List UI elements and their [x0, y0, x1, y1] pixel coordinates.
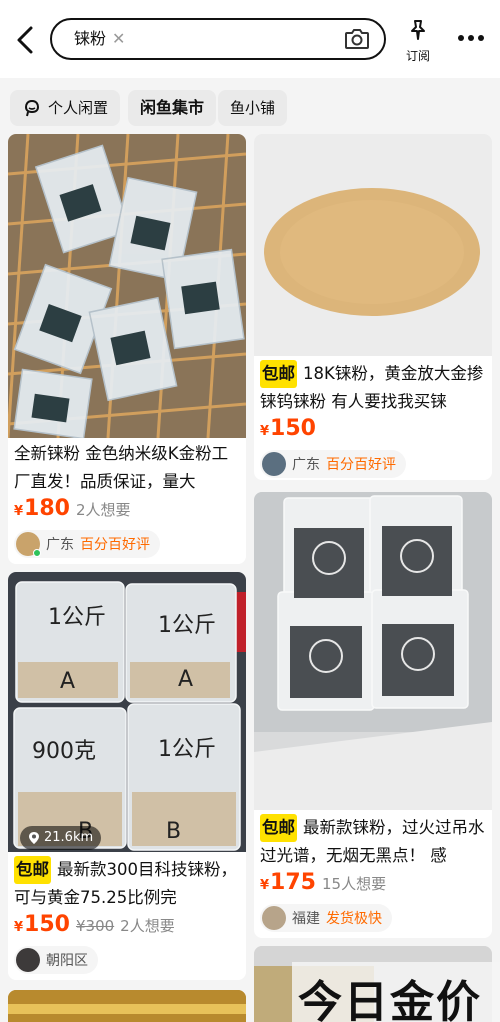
watermark-text: 今日金价 [298, 977, 482, 1022]
avatar [262, 452, 286, 476]
tab-market[interactable]: 闲鱼集市 [128, 90, 217, 126]
listing-title: 包邮 最新款铼粉，过火过吊水过光谱，无烟无黑点！ 感 [260, 814, 486, 870]
tab-personal[interactable]: 个人闲置 [10, 90, 121, 126]
photo-label: B [166, 819, 181, 844]
seller-info[interactable]: 福建 发货极快 [260, 904, 392, 932]
listing-card[interactable]: 全新铼粉 金色纳米级K金粉工厂直发！品质保证，量大 ¥ 180 2人想要 广东 … [8, 134, 246, 564]
tab-shop-label: 鱼小铺 [230, 99, 276, 117]
camera-icon[interactable] [344, 28, 370, 50]
seller-badge: 百分百好评 [326, 457, 396, 473]
listing-title: 包邮 最新款300目科技铼粉，可与黄金75.25比例完 [14, 856, 240, 912]
original-price: ¥300 [75, 917, 115, 935]
want-count: 15人想要 [321, 875, 387, 893]
want-count: 2人想要 [75, 501, 131, 519]
free-shipping-badge: 包邮 [260, 360, 297, 388]
tab-shop[interactable]: 鱼小铺 [218, 90, 288, 126]
pin-icon [411, 20, 425, 40]
person-icon [24, 99, 40, 117]
price-row: ¥ 150 [260, 416, 316, 441]
want-count: 2人想要 [120, 917, 175, 935]
more-icon[interactable] [456, 30, 486, 44]
listing-price: 150 [270, 416, 316, 441]
listing-title: 包邮 18K铼粉，黄金放大金掺铼钨铼粉 有人要找我买铼 [260, 360, 486, 416]
tab-market-label: 闲鱼集市 [140, 98, 205, 117]
search-query: 铼粉 [74, 29, 107, 48]
subscribe-label: 订阅 [405, 49, 430, 63]
listing-photo: 1公斤 A 1公斤 A 900克 1公斤 B B [8, 572, 246, 852]
seller-location: 广东 [46, 537, 74, 553]
back-icon[interactable] [12, 24, 40, 56]
watermark: 今日金价 [292, 962, 500, 1022]
seller-badge: 发货极快 [326, 911, 382, 927]
seller-info[interactable]: 广东 百分百好评 [260, 450, 406, 478]
listing-price: 175 [270, 870, 316, 895]
avatar [16, 948, 40, 972]
seller-info[interactable]: 广东 百分百好评 [14, 530, 160, 558]
seller-location: 福建 [292, 911, 320, 927]
free-shipping-badge: 包邮 [260, 814, 297, 842]
listing-card[interactable]: 1公斤 A 1公斤 A 900克 1公斤 B B 21.6km 包邮最新款300… [8, 572, 246, 980]
listing-card[interactable]: 包邮 最新款铼粉，过火过吊水过光谱，无烟无黑点！ 感 ¥ 175 15人想要 福建… [254, 492, 492, 938]
listing-card[interactable] [8, 990, 246, 1022]
filter-tabs: 个人闲置 闲鱼集市 鱼小铺 [0, 78, 500, 138]
listing-price: 180 [24, 496, 70, 521]
photo-label: 1公斤 [158, 737, 216, 762]
listing-photo [8, 990, 246, 1022]
listing-photo [254, 134, 492, 356]
photo-label: 1公斤 [158, 613, 216, 638]
listing-card[interactable]: 包邮 18K铼粉，黄金放大金掺铼钨铼粉 有人要找我买铼 ¥ 150 广东 百分百好… [254, 134, 492, 480]
search-query-chip[interactable]: 铼粉 ✕ [64, 26, 135, 52]
clear-query-icon[interactable]: ✕ [112, 26, 125, 52]
avatar [16, 532, 41, 557]
listing-photo [254, 492, 492, 810]
listing-title: 全新铼粉 金色纳米级K金粉工厂直发！品质保证，量大 [14, 444, 229, 491]
currency-symbol: ¥ [14, 920, 24, 935]
price-row: ¥ 175 15人想要 [260, 870, 386, 895]
photo-label: A [60, 669, 75, 694]
currency-symbol: ¥ [14, 504, 24, 519]
subscribe-button[interactable]: 订阅 [398, 18, 438, 64]
free-shipping-badge: 包邮 [14, 856, 51, 884]
top-bar: 铼粉 ✕ 订阅 [0, 0, 500, 78]
seller-location: 广东 [292, 457, 320, 473]
distance-text: 21.6km [44, 830, 94, 845]
price-row: ¥ 180 2人想要 [14, 496, 131, 521]
currency-symbol: ¥ [260, 878, 270, 893]
online-dot [33, 549, 41, 557]
search-box[interactable]: 铼粉 ✕ [50, 18, 386, 60]
photo-label: 1公斤 [48, 605, 106, 630]
seller-location: 朝阳区 [46, 953, 88, 969]
seller-badge: 百分百好评 [80, 537, 150, 553]
avatar [262, 906, 286, 930]
photo-label: A [178, 667, 193, 692]
listing-photo [8, 134, 246, 440]
listing-price: 150 [24, 912, 70, 937]
location-pin-icon [29, 832, 39, 844]
currency-symbol: ¥ [260, 424, 270, 439]
photo-label: 900克 [32, 739, 96, 764]
seller-info[interactable]: 朝阳区 [14, 946, 98, 974]
price-row: ¥ 150 ¥300 2人想要 [14, 912, 175, 937]
distance-badge: 21.6km [20, 826, 102, 850]
tab-personal-label: 个人闲置 [48, 99, 109, 117]
